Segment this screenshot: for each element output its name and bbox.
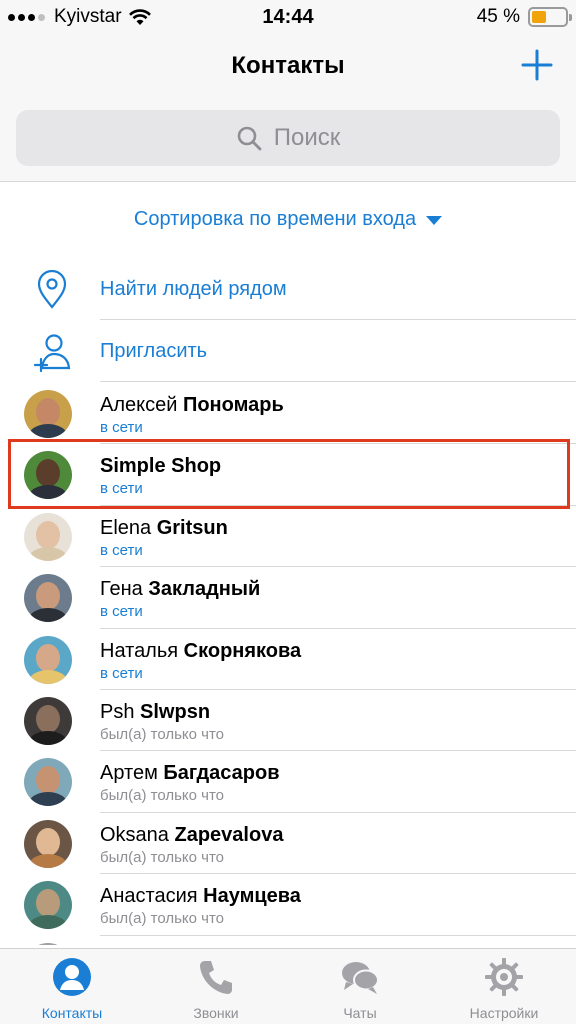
invite-label: Пригласить xyxy=(100,340,208,362)
contact-name: Elena Gritsun xyxy=(100,517,228,540)
contact-status: был(а) только что xyxy=(100,910,225,928)
phone-icon xyxy=(200,961,232,994)
contact-status: был(а) только что xyxy=(100,725,225,743)
contact-name: Oksana Zapevalova xyxy=(100,824,283,847)
contact-status: в сети xyxy=(100,419,143,436)
contact-status: был(а) только что xyxy=(100,848,225,866)
tab-bar: Контакты Звонки Чаты Настройки xyxy=(0,948,576,1024)
contact-last-name: Пономарь xyxy=(182,394,284,416)
add-person-icon xyxy=(33,334,71,372)
contact-first-name: Наталья xyxy=(100,639,179,662)
avatar xyxy=(24,881,72,930)
contact-row[interactable]: Elena Gritsun в сети xyxy=(0,506,576,568)
divider xyxy=(100,381,576,382)
tab-label: Настройки xyxy=(469,1005,539,1021)
avatar xyxy=(24,635,72,684)
find-nearby-row[interactable]: Найти людей рядом xyxy=(0,258,576,320)
status-right: 45 % xyxy=(476,6,572,28)
add-contact-button[interactable] xyxy=(520,48,554,82)
tab-calls[interactable]: Звонки xyxy=(144,949,288,1024)
contact-last-name: Наумцева xyxy=(203,885,301,908)
contact-row[interactable] xyxy=(0,936,576,945)
contact-row[interactable]: Анастасия Наумцева был(а) только что xyxy=(0,874,576,936)
contact-row[interactable]: Наталья Скорнякова в сети xyxy=(0,629,576,690)
contact-row[interactable]: Oksana Zapevalova был(а) только что xyxy=(0,813,576,875)
contact-name: Алексей Пономарь xyxy=(100,394,284,417)
contact-first-name: Psh xyxy=(100,700,135,723)
avatar xyxy=(24,512,72,561)
contact-first-name: Elena xyxy=(100,516,152,539)
avatar xyxy=(24,758,72,807)
contact-name: Артем Багдасаров xyxy=(100,762,280,785)
search-placeholder: Поиск xyxy=(273,124,341,151)
contact-first-name: Гена xyxy=(100,578,143,601)
contact-first-name: Oksana xyxy=(100,823,169,846)
contact-status: в сети xyxy=(100,541,143,559)
page-title: Контакты xyxy=(231,52,345,79)
chat-bubbles-icon xyxy=(342,962,379,994)
battery-icon xyxy=(528,7,572,27)
contact-last-name: Zapevalova xyxy=(174,823,284,846)
tab-label: Чаты xyxy=(343,1005,377,1021)
tab-chats[interactable]: Чаты xyxy=(288,949,432,1024)
sort-label: Сортировка по времени входа xyxy=(133,207,417,230)
contact-status: в сети xyxy=(100,603,143,621)
find-nearby-label: Найти людей рядом xyxy=(100,278,287,300)
tab-label: Звонки xyxy=(193,1005,239,1021)
contact-row[interactable]: Артем Багдасаров был(а) только что xyxy=(0,751,576,813)
contact-name: Psh Slwpsn xyxy=(100,701,210,724)
contact-last-name: Gritsun xyxy=(156,516,228,539)
location-pin-icon xyxy=(37,270,67,309)
contact-first-name: Артем xyxy=(100,762,158,785)
contact-status: в сети xyxy=(100,664,143,682)
nav-bar: Контакты xyxy=(0,34,576,100)
battery-percent: 45 % xyxy=(476,6,520,27)
tab-contacts[interactable]: Контакты xyxy=(0,949,144,1024)
contact-row[interactable]: Алексей Пономарь в сети xyxy=(0,383,576,445)
tab-label: Контакты xyxy=(41,1005,103,1021)
search-bar: Поиск xyxy=(0,100,576,182)
contact-row[interactable]: Psh Slwpsn был(а) только что xyxy=(0,690,576,752)
avatar xyxy=(24,390,72,438)
dropdown-arrow-icon xyxy=(426,215,443,225)
contact-status: был(а) только что xyxy=(100,787,225,805)
avatar xyxy=(24,819,72,868)
contact-last-name: Скорнякова xyxy=(183,639,302,662)
contact-first-name: Анастасия xyxy=(100,885,198,908)
sort-selector[interactable]: Сортировка по времени входа xyxy=(0,182,576,256)
search-icon xyxy=(237,126,262,151)
contact-name: Наталья Скорнякова xyxy=(100,640,301,663)
avatar xyxy=(24,574,72,623)
invite-row[interactable]: Пригласить xyxy=(0,320,576,382)
contact-name: Гена Закладный xyxy=(100,578,260,601)
tab-settings[interactable]: Настройки xyxy=(432,949,576,1024)
contact-last-name: Багдасаров xyxy=(163,762,280,785)
avatar xyxy=(24,696,72,745)
search-input[interactable]: Поиск xyxy=(16,110,560,166)
contact-row[interactable]: Гена Закладный в сети xyxy=(0,567,576,629)
contacts-icon xyxy=(53,958,91,996)
contact-last-name: Slwpsn xyxy=(140,700,211,723)
contact-first-name: Алексей xyxy=(100,394,178,416)
contact-name: Анастасия Наумцева xyxy=(100,885,301,908)
contact-last-name: Закладный xyxy=(148,578,261,601)
status-bar: Kyivstar 14:44 45 % xyxy=(0,0,576,34)
avatar xyxy=(24,942,72,945)
selection-highlight xyxy=(8,439,570,509)
gear-icon xyxy=(485,958,523,996)
